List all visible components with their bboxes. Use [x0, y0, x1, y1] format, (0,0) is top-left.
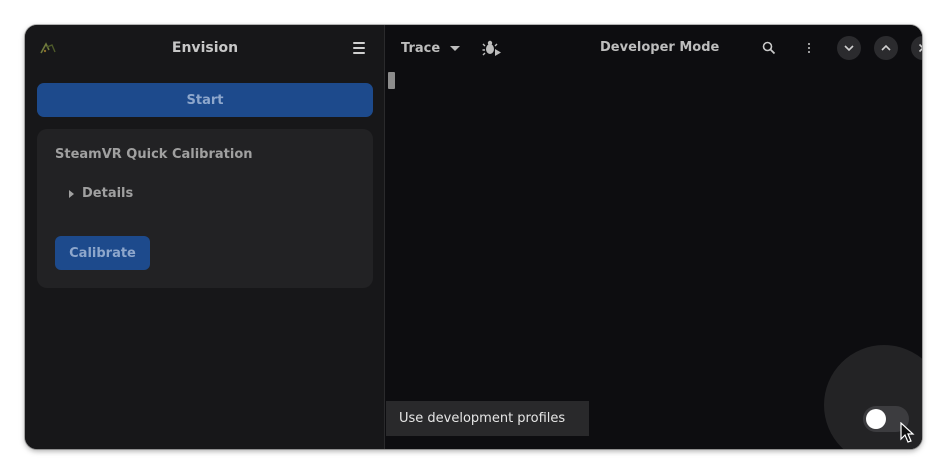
sidebar: Envision Start SteamVR Quick Calibration… — [25, 25, 385, 449]
main-header: Trace Developer Mode — [386, 25, 922, 71]
sidebar-header: Envision — [25, 25, 385, 71]
log-level-dropdown[interactable]: Trace — [401, 25, 461, 71]
minimize-button[interactable] — [837, 36, 861, 60]
calibrate-button[interactable]: Calibrate — [55, 236, 150, 270]
hamburger-menu-icon[interactable] — [347, 38, 371, 58]
start-button[interactable]: Start — [37, 83, 373, 117]
chevron-right-icon — [69, 189, 74, 198]
app-title: Envision — [171, 40, 239, 56]
dev-profiles-toggle[interactable] — [863, 406, 909, 432]
calibration-card: SteamVR Quick Calibration Details Calibr… — [37, 129, 373, 288]
app-window: Envision Start SteamVR Quick Calibration… — [25, 25, 922, 449]
chevron-up-icon — [881, 44, 891, 51]
maximize-button[interactable] — [874, 36, 898, 60]
tooltip: Use development profiles — [386, 401, 589, 436]
dropdown-arrow-icon — [450, 45, 461, 51]
close-icon — [918, 43, 922, 53]
bug-play-icon[interactable] — [482, 38, 502, 58]
more-vertical-icon[interactable] — [797, 36, 821, 60]
toggle-knob — [866, 409, 886, 429]
close-button[interactable] — [911, 36, 922, 60]
card-title: SteamVR Quick Calibration — [55, 147, 253, 162]
log-text-view[interactable] — [386, 71, 922, 401]
chevron-down-icon — [844, 45, 854, 52]
text-cursor — [388, 72, 395, 89]
details-label: Details — [82, 186, 134, 201]
search-icon[interactable] — [757, 36, 781, 60]
log-level-label: Trace — [401, 40, 441, 56]
details-expander[interactable]: Details — [69, 186, 133, 201]
page-title: Developer Mode — [600, 40, 720, 55]
main-pane: Trace Developer Mode Use development pro… — [386, 25, 922, 449]
